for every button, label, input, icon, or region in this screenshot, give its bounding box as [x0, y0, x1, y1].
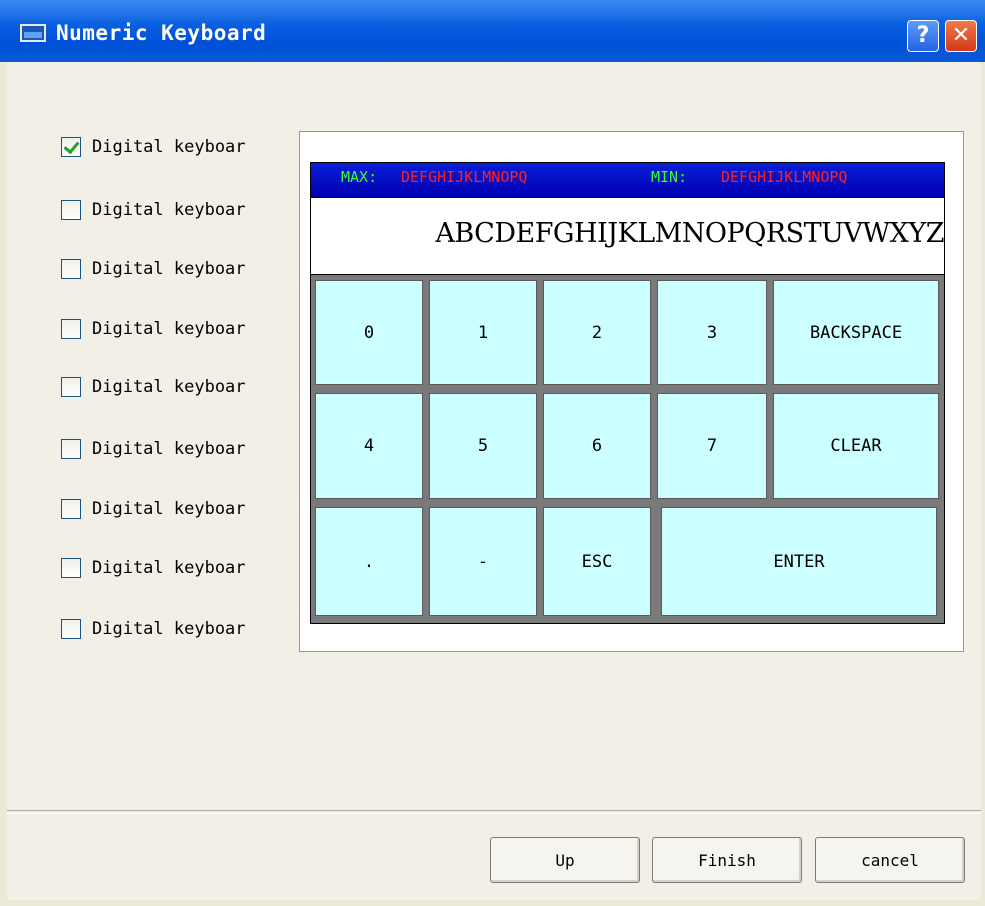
checkbox[interactable]: [61, 200, 81, 220]
clear-key[interactable]: CLEAR: [773, 393, 939, 499]
checkbox[interactable]: [61, 137, 81, 157]
min-label: MIN:: [651, 168, 688, 186]
checkbox[interactable]: [61, 259, 81, 279]
checkbox-label: Digital keyboar: [92, 137, 246, 157]
key-4[interactable]: 4: [315, 393, 423, 499]
help-button[interactable]: ?: [907, 20, 939, 52]
title-bar[interactable]: Numeric Keyboard ? ✕: [0, 0, 985, 62]
esc-key[interactable]: ESC: [543, 507, 651, 616]
checkbox[interactable]: [61, 377, 81, 397]
checkbox-label: Digital keyboar: [92, 377, 246, 397]
checkbox[interactable]: [61, 439, 81, 459]
checkbox[interactable]: [61, 319, 81, 339]
finish-button[interactable]: Finish: [652, 837, 802, 883]
keyboard-header: MAX: DEFGHIJKLMNOPQ MIN: DEFGHIJKLMNOPQ: [310, 162, 945, 198]
max-value: DEFGHIJKLMNOPQ: [401, 168, 528, 186]
key-1[interactable]: 1: [429, 280, 537, 385]
key-6[interactable]: 6: [543, 393, 651, 499]
up-button[interactable]: Up: [490, 837, 640, 883]
key-0[interactable]: 0: [315, 280, 423, 385]
keyboard-display: ABCDEFGHIJKLMNOPQRSTUVWXYZ: [310, 198, 945, 274]
checkbox-label: Digital keyboar: [92, 558, 246, 578]
key-2[interactable]: 2: [543, 280, 651, 385]
window-icon: [20, 24, 46, 42]
max-label: MAX:: [341, 168, 378, 186]
minus-key[interactable]: -: [429, 507, 537, 616]
min-value: DEFGHIJKLMNOPQ: [721, 168, 848, 186]
cancel-button[interactable]: cancel: [815, 837, 965, 883]
close-button[interactable]: ✕: [945, 20, 977, 52]
footer-separator: [7, 810, 981, 814]
enter-key[interactable]: ENTER: [661, 507, 937, 616]
keyboard-grid: 0 1 2 3 BACKSPACE 4 5 6 7 CLEAR . - ESC …: [310, 274, 945, 624]
checkbox[interactable]: [61, 619, 81, 639]
dot-key[interactable]: .: [315, 507, 423, 616]
dialog-body: Digital keyboar Digital keyboar Digital …: [0, 62, 985, 906]
key-3[interactable]: 3: [657, 280, 767, 385]
checkbox[interactable]: [61, 558, 81, 578]
key-7[interactable]: 7: [657, 393, 767, 499]
key-5[interactable]: 5: [429, 393, 537, 499]
checkbox-label: Digital keyboar: [92, 619, 246, 639]
keyboard-preview: MAX: DEFGHIJKLMNOPQ MIN: DEFGHIJKLMNOPQ …: [299, 131, 964, 652]
checkbox-label: Digital keyboar: [92, 259, 246, 279]
checkbox-label: Digital keyboar: [92, 499, 246, 519]
checkbox-label: Digital keyboar: [92, 439, 246, 459]
checkbox-label: Digital keyboar: [92, 200, 246, 220]
checkbox[interactable]: [61, 499, 81, 519]
window-title: Numeric Keyboard: [56, 21, 267, 45]
display-text: ABCDEFGHIJKLMNOPQRSTUVWXYZ: [435, 218, 944, 249]
checkbox-label: Digital keyboar: [92, 319, 246, 339]
backspace-key[interactable]: BACKSPACE: [773, 280, 939, 385]
